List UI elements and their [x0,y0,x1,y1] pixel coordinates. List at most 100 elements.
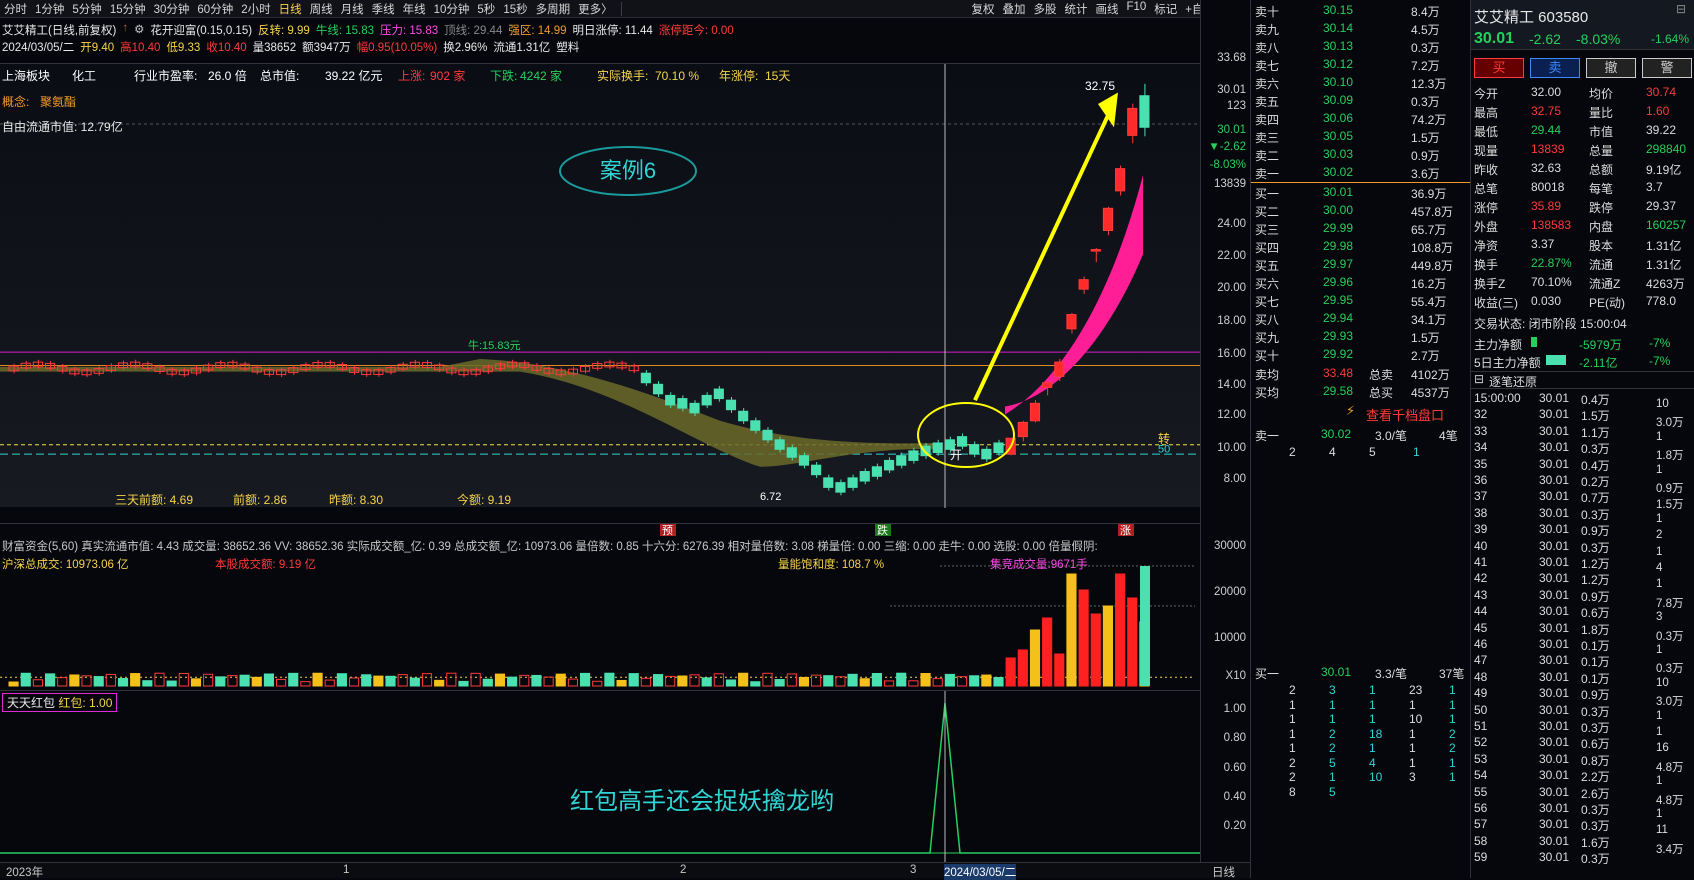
bid-row-cell: 449.8万 [1411,259,1454,273]
bid-row: 买九 29.93 1.5万 [1251,327,1471,345]
period-tab-4[interactable]: 30分钟 [150,1,194,17]
period-tab-2[interactable]: 5分钟 [68,1,105,17]
stat-row-cell: 换手Z [1474,277,1506,291]
ask-row-cell: 30.06 [1323,111,1354,125]
expand-icon[interactable]: ⊟ [1676,2,1686,16]
period-tab-1[interactable]: 1分钟 [31,1,68,17]
tool-button-5[interactable]: F10 [1122,1,1150,17]
amount-history: 前额: 2.86 [233,492,287,507]
volume-bar [178,672,189,687]
stat-row: 最低 29.44 市值 39.22 [1471,121,1694,139]
volume-bar [847,673,858,687]
bid-row: 买三 29.99 65.7万 [1251,219,1471,237]
period-tab-8[interactable]: 周线 [306,1,337,17]
stat-row-cell: 外盘 [1474,220,1499,234]
tool-button-0[interactable]: 复权 [967,1,998,17]
bid-row-cell: 29.98 [1323,239,1354,253]
candlestick-chart[interactable]: 案例6 上海板块 化工 行业市盈率: 26.0 倍总市值: 39.22 亿元 上涨: 902 … [0,63,1200,508]
volume-bar [543,676,554,687]
volume-bar [677,675,688,687]
volume-bar [555,673,566,687]
tick-row-cell: 37 [1474,489,1488,504]
period-tab-0[interactable]: 分时 [0,1,31,17]
volume-bar [1042,617,1053,687]
trade-button-0[interactable]: 买 [1474,58,1524,78]
price-change-pct: -8.03% [1576,31,1621,47]
volume-bar [409,677,420,687]
volume-bar [105,673,116,687]
period-tab-9[interactable]: 月线 [337,1,368,17]
formula-name[interactable]: 花开迎富(0.15,0.15) [150,22,252,38]
bid-row-cell: 买四 [1255,241,1280,255]
stat-row: 收益(三) 0.030 PE(动) 778.0 [1471,292,1694,310]
ask-row-cell: 12.3万 [1411,77,1447,91]
volume-bar [883,680,895,687]
bid-row-cell: 买八 [1255,313,1280,327]
thousand-level-link[interactable]: 查看千档盘口 [1366,405,1444,424]
stock-title[interactable]: 艾艾精工(日线,前复权) [2,22,116,38]
stat-row-cell: 股本 [1589,239,1614,253]
hongbao-indicator-panel[interactable]: 红包高手还会捉妖擒龙哟 天天红包 红包: 1.00 [0,690,1200,863]
period-tab-15[interactable]: 多周期 [532,1,575,17]
period-tab-10[interactable]: 季线 [368,1,399,17]
trade-button-2[interactable]: 撤 [1586,58,1636,78]
tick-row-cell: 30.01 [1539,850,1570,865]
period-tab-13[interactable]: 5秒 [473,1,499,17]
ask-row-cell: 8.4万 [1411,5,1440,19]
volume-bar [580,672,591,687]
trade-button-3[interactable]: 警 [1642,58,1692,78]
period-tab-5[interactable]: 60分钟 [193,1,237,17]
tick-row-cell: 30.01 [1539,587,1570,602]
period-tab-11[interactable]: 年线 [399,1,430,17]
tool-button-4[interactable]: 画线 [1091,1,1122,17]
volume-bar [203,673,214,687]
tick-right-value: 1 [1656,512,1663,525]
period-tab-6[interactable]: 2小时 [237,1,274,17]
candle-body [1054,361,1065,377]
collapse-icon[interactable]: ⊟ [1474,372,1484,386]
tick-row-cell: 30.01 [1539,473,1570,487]
stock-name: 艾艾精工 603580 [1474,9,1589,26]
free-float-value: 自由流通市值: 12.79亿 [2,119,123,134]
tool-button-2[interactable]: 多股 [1029,1,1060,17]
concept-label: 概念: [2,94,29,109]
stat-row-cell: 最高 [1474,106,1499,120]
period-tab-12[interactable]: 10分钟 [430,1,474,17]
tick-row-cell: 30.01 [1539,571,1570,586]
bid-row-cell: 买三 [1255,223,1280,237]
tick-row-cell: 30.01 [1539,817,1570,832]
tick-row-cell: 48 [1474,669,1488,684]
hongbao-tick: 0.20 [1223,820,1246,832]
info-item: 4242 家 [520,68,562,83]
tick-row-cell: 34 [1474,440,1488,455]
volume-bar [251,676,262,687]
volume-bar [32,679,43,687]
period-tab-16[interactable]: 更多〉 [574,1,617,17]
price-tick: 16.00 [1217,348,1246,360]
volume-value: 量38652 [252,42,297,54]
tick-row-cell: 39 [1474,522,1488,537]
tool-button-6[interactable]: 标记 [1150,1,1181,17]
tool-button-3[interactable]: 统计 [1060,1,1091,17]
stat-row-cell: 1.31亿 [1646,239,1682,253]
volume-bar [798,676,810,687]
volume-bar [604,672,615,687]
tick-row-cell: 36 [1474,473,1488,487]
avg-row-cell: 33.48 [1323,366,1354,380]
period-tab-7[interactable]: 日线 [275,1,306,17]
bid-row-cell: 29.95 [1323,293,1354,307]
info-item: 上海板块 [2,68,50,83]
tool-button-1[interactable]: 叠加 [998,1,1029,17]
tick-right-value: 1 [1656,463,1663,476]
tick-right-value: 4.8万 [1656,794,1684,807]
tick-row-cell: 45 [1474,620,1488,635]
gear-icon[interactable]: ⚙ [134,22,144,38]
period-tab-14[interactable]: 15秒 [499,1,531,17]
ask-row: 卖九 30.14 4.5万 [1251,19,1471,37]
niu-line-label: 牛:15.83元 [468,338,521,352]
candle-body [896,455,907,466]
period-tab-3[interactable]: 15分钟 [106,1,150,17]
trade-button-1[interactable]: 卖 [1530,58,1580,78]
volume-bar [1102,605,1114,687]
volume-indicator-panel[interactable]: 预 跌 涨财富资金(5,60) 真实流通市值: 4.43 成交量: 38652.36… [0,522,1200,687]
